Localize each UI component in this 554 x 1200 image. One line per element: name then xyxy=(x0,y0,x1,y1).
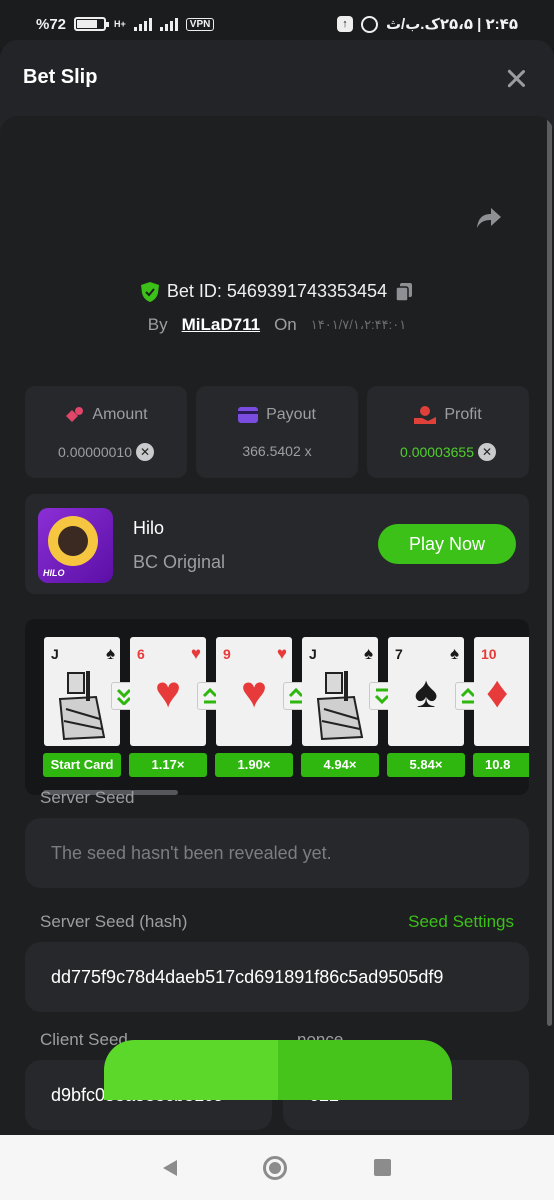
card-rank: 9 xyxy=(223,646,231,662)
battery-percent: %72 xyxy=(36,15,67,33)
multiplier-label: 1.17× xyxy=(129,753,207,777)
thumb-tag: HILO xyxy=(43,568,65,578)
card-rank: 10 xyxy=(481,646,497,662)
amount-value: 0.00000010 xyxy=(58,444,132,460)
username-link[interactable]: MiLaD711 xyxy=(182,315,260,335)
game-card: HILO Hilo BC Original Play Now xyxy=(25,494,529,594)
profit-card: Profit 0.00003655 ✕ xyxy=(367,386,529,478)
coin-icon: ✕ xyxy=(135,443,154,461)
multiplier-label: 1.90× xyxy=(215,753,293,777)
payout-value: 366.5402 x xyxy=(242,443,312,459)
amount-label-row: Amount xyxy=(25,406,187,424)
multiplier-label: 10.8 xyxy=(473,753,529,777)
profit-value: 0.00003655 xyxy=(400,444,474,460)
amount-icon xyxy=(66,407,84,422)
jack-court-icon xyxy=(316,671,364,741)
payout-label: Payout xyxy=(266,406,316,423)
system-nav-bar xyxy=(0,1135,554,1200)
verified-shield-icon xyxy=(140,281,159,302)
multiplier-label: 5.84× xyxy=(387,753,465,777)
profit-icon xyxy=(414,406,437,424)
seed-settings-link[interactable]: Seed Settings xyxy=(408,912,514,932)
close-icon[interactable] xyxy=(506,68,526,88)
card-rank: 7 xyxy=(395,646,403,662)
by-label: By xyxy=(147,315,168,334)
hilo-game-thumbnail[interactable]: HILO xyxy=(38,508,113,583)
card-face: ♥ xyxy=(154,668,182,717)
card-face: ♠ xyxy=(414,668,438,717)
bet-details-panel: Bet ID: 5469391743353454 By MiLaD711 On … xyxy=(0,116,554,1135)
jack-court-icon xyxy=(58,671,106,741)
vpn-badge: VPN xyxy=(185,17,215,31)
bet-date: ۱۴۰۱/۷/۱،۲:۴۴:۰۱ xyxy=(310,317,407,332)
card-suit: ♠ xyxy=(105,644,115,663)
bet-id: Bet ID: 5469391743353454 xyxy=(166,281,388,301)
copy-icon[interactable] xyxy=(395,282,413,302)
sheet-title: Bet Slip xyxy=(23,66,98,88)
battery-icon xyxy=(74,17,110,31)
playing-card: J ♠ xyxy=(44,637,120,746)
card-rank: 6 xyxy=(137,646,145,662)
game-name: Hilo xyxy=(133,518,165,538)
verify-button[interactable] xyxy=(104,1040,452,1100)
payout-label-row: Payout xyxy=(196,406,358,424)
server-seed-field[interactable]: The seed hasn't been revealed yet. xyxy=(25,818,529,888)
server-seed-hash-field[interactable]: dd775f9c78d4daeb517cd691891f86c5ad9505df… xyxy=(25,942,529,1012)
amount-value-row: 0.00000010 ✕ xyxy=(25,443,187,461)
card-suit: ♥ xyxy=(190,644,201,663)
playing-card: 9 ♥ ♥ xyxy=(216,637,292,746)
card-face: ♦ xyxy=(486,668,509,717)
amount-label: Amount xyxy=(92,406,148,423)
on-label: On xyxy=(274,315,297,334)
server-seed-label: Server Seed xyxy=(40,788,135,807)
card-suit: ♠ xyxy=(363,644,373,663)
game-provider: BC Original xyxy=(133,552,226,572)
card-rank: J xyxy=(309,646,317,662)
back-icon[interactable] xyxy=(163,1159,178,1176)
share-icon[interactable] xyxy=(476,206,502,230)
card-history-strip[interactable]: J ♠ Start Card 6 ♥ ♥ 1.17× 9 ♥ ♥ 1.90× J… xyxy=(25,619,529,795)
profit-value-row: 0.00003655 ✕ xyxy=(367,443,529,461)
status-time: ۲:۴۵ | ۲۵،۵ک.ب/ث xyxy=(385,16,518,33)
card-face: ♥ xyxy=(240,668,268,717)
multiplier-label: Start Card xyxy=(43,753,121,777)
payout-icon xyxy=(238,407,259,423)
profit-label-row: Profit xyxy=(367,406,529,424)
playing-card: 10 ♦ xyxy=(474,637,529,746)
multiplier-label: 4.94× xyxy=(301,753,379,777)
status-left: %72 H+ VPN xyxy=(36,15,215,33)
bet-slip-sheet: Bet Slip Bet ID: 5469391743353454 By MiL… xyxy=(0,40,554,1135)
playing-card: J ♠ xyxy=(302,637,378,746)
playing-card: 6 ♥ ♥ xyxy=(130,637,206,746)
coin-icon: ✕ xyxy=(477,443,496,461)
signal-icon xyxy=(133,17,152,31)
profit-label: Profit xyxy=(444,406,482,423)
recents-icon[interactable] xyxy=(373,1159,391,1176)
status-right: ↑ ۲:۴۵ | ۲۵،۵ک.ب/ث xyxy=(336,15,518,33)
server-seed-hash-label: Server Seed (hash) xyxy=(40,912,188,931)
card-suit: ♥ xyxy=(276,644,287,663)
bet-id-row: Bet ID: 5469391743353454 xyxy=(0,281,554,302)
alarm-icon xyxy=(360,15,378,33)
card-rank: J xyxy=(51,646,59,662)
network-type: H+ xyxy=(114,19,126,29)
home-icon[interactable] xyxy=(263,1155,288,1180)
app-notification-icon: ↑ xyxy=(336,16,353,32)
payout-value-row: 366.5402 x xyxy=(196,443,358,459)
amount-card: Amount 0.00000010 ✕ xyxy=(25,386,187,478)
payout-card: Payout 366.5402 x xyxy=(196,386,358,478)
bet-author-row: By MiLaD711 On ۱۴۰۱/۷/۱،۲:۴۴:۰۱ xyxy=(0,315,554,335)
signal-icon-2 xyxy=(159,17,178,31)
panel-scrollbar[interactable] xyxy=(547,116,552,1026)
card-suit: ♠ xyxy=(449,644,459,663)
play-now-button[interactable]: Play Now xyxy=(378,524,516,564)
playing-card: 7 ♠ ♠ xyxy=(388,637,464,746)
